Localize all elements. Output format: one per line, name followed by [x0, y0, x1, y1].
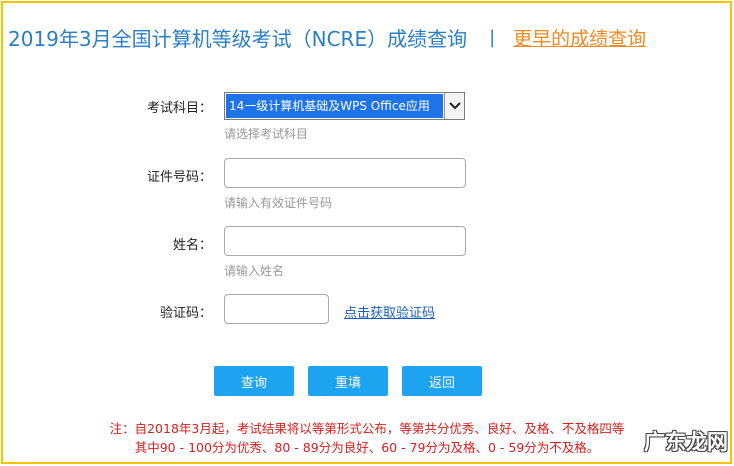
- earlier-results-link[interactable]: 更早的成绩查询: [513, 24, 646, 51]
- name-label: 姓名：: [172, 238, 212, 253]
- chevron-down-icon[interactable]: [444, 93, 464, 119]
- get-captcha-link[interactable]: 点击获取验证码: [344, 302, 435, 321]
- name-input[interactable]: [224, 226, 466, 256]
- id-number-input[interactable]: [224, 158, 466, 188]
- notice-line-2: 其中90 - 100分为优秀、80 - 89分为良好、60 - 79分为及格、0…: [134, 440, 600, 455]
- query-button[interactable]: 查询: [214, 366, 294, 396]
- watermark-logo: 广东龙网: [644, 430, 728, 454]
- subject-label: 考试科目：: [146, 101, 212, 116]
- captcha-input[interactable]: [224, 294, 329, 324]
- subject-select[interactable]: 14一级计算机基础及WPS Office应用: [224, 92, 465, 120]
- captcha-label: 验证码：: [159, 306, 212, 321]
- back-button[interactable]: 返回: [402, 366, 482, 396]
- reset-button[interactable]: 重填: [308, 366, 388, 396]
- page-title: 2019年3月全国计算机等级考试（NCRE）成绩查询: [8, 26, 468, 51]
- id-number-hint: 请输入有效证件号码: [224, 196, 333, 210]
- notice-line-1: 注：自2018年3月起，考试结果将以等第形式公布，等第共分优秀、良好、及格、不及…: [109, 421, 625, 436]
- header: 2019年3月全国计算机等级考试（NCRE）成绩查询 | 更早的成绩查询: [8, 22, 646, 52]
- name-hint: 请输入姓名: [224, 264, 285, 278]
- id-number-label: 证件号码：: [146, 170, 212, 185]
- subject-selected-value: 14一级计算机基础及WPS Office应用: [226, 94, 443, 118]
- header-separator: |: [489, 26, 496, 48]
- subject-hint: 请选择考试科目: [224, 127, 309, 141]
